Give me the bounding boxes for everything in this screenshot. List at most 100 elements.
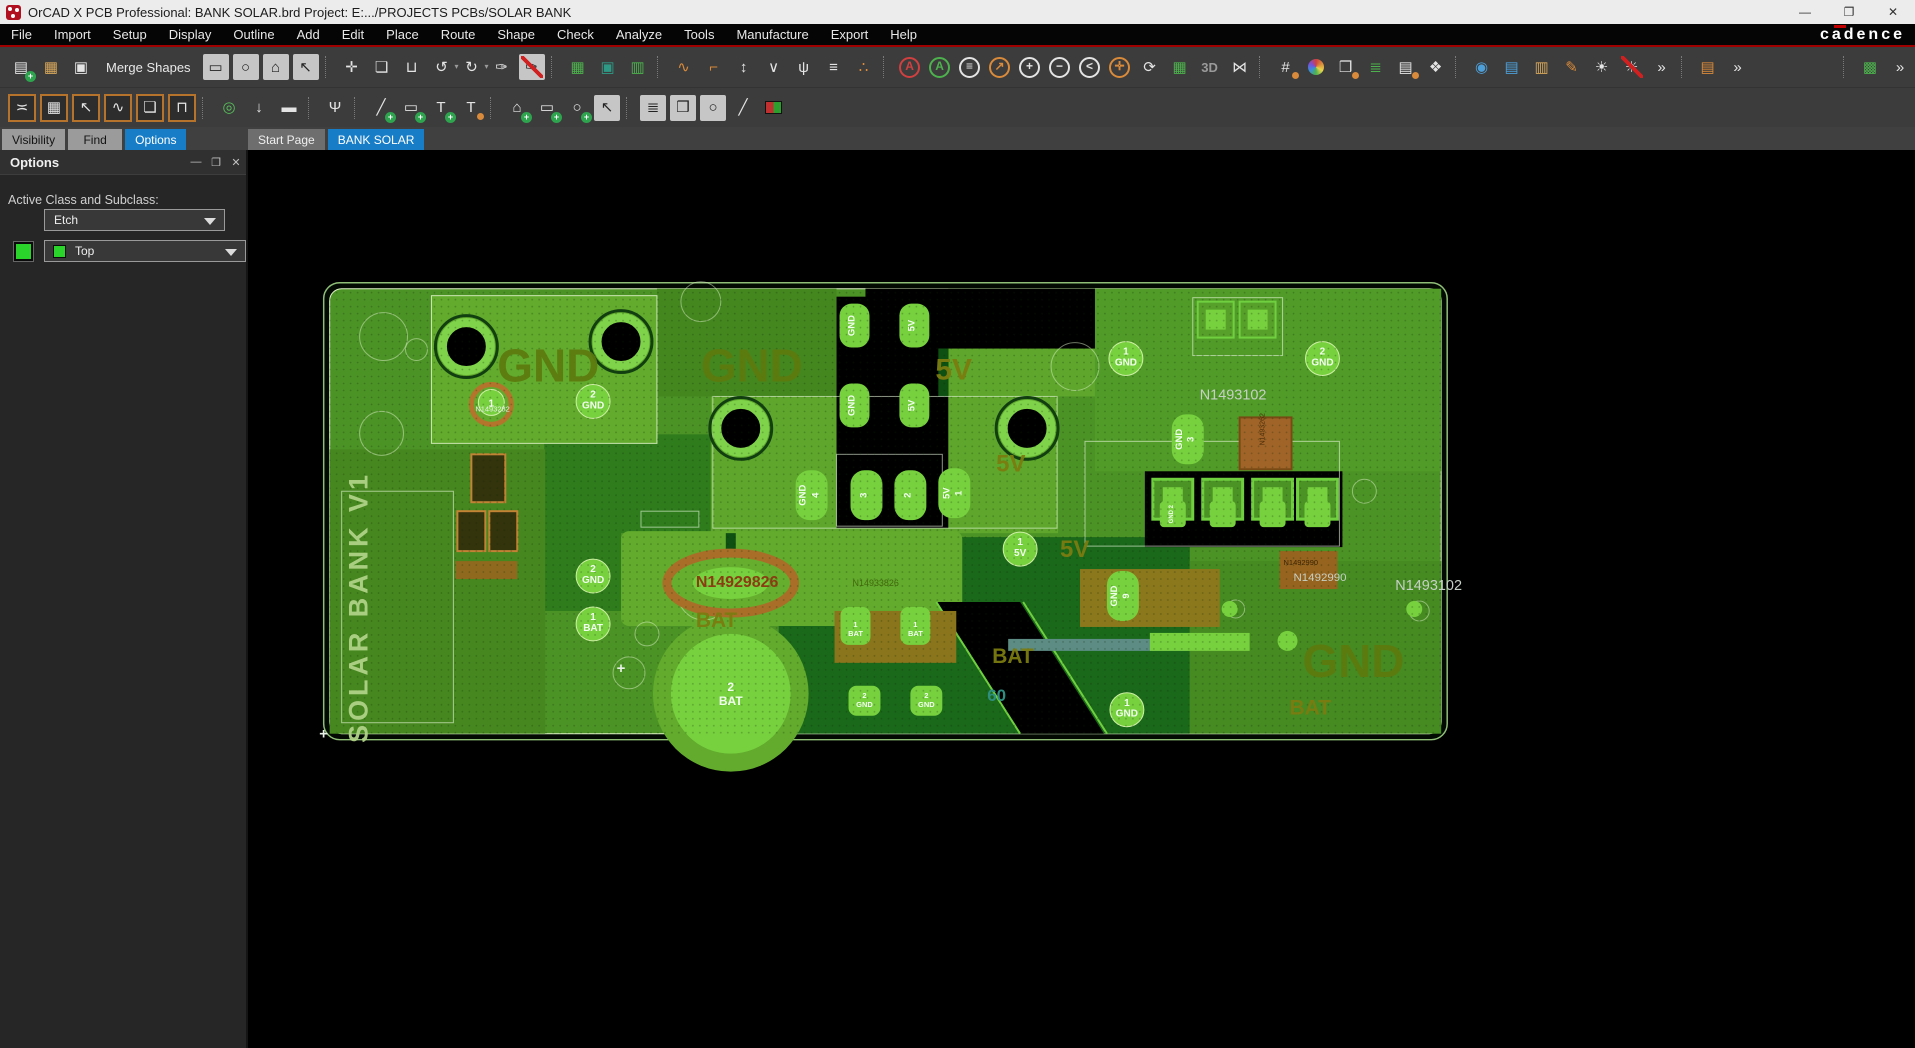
tab-find[interactable]: Find (68, 129, 122, 150)
spacing-icon[interactable]: ↕ (731, 54, 757, 80)
place-die-icon[interactable]: ▣ (595, 54, 621, 80)
menu-item-shape[interactable]: Shape (486, 24, 546, 45)
shape-rect-button[interactable]: ▭ (203, 54, 229, 80)
grid-toggle-icon[interactable]: # (1273, 54, 1299, 80)
artwork-pen-icon[interactable]: ✎ (1559, 54, 1585, 80)
copy-icon[interactable]: ❏ (369, 54, 395, 80)
zoom-out-icon[interactable]: − (1047, 54, 1073, 80)
add-rect-icon[interactable]: ▭+ (398, 95, 424, 121)
save-icon[interactable]: ▣ (68, 54, 94, 80)
menu-item-file[interactable]: File (0, 24, 43, 45)
menu-item-tools[interactable]: Tools (673, 24, 725, 45)
menu-item-analyze[interactable]: Analyze (605, 24, 673, 45)
overflow-chevron-3[interactable]: » (1887, 54, 1913, 80)
design-canvas[interactable]: GNDGNDGND5V5V5VBATBATBAT601GND2GND2GND2G… (248, 150, 1915, 1048)
shape-slash-icon[interactable]: ╱ (730, 95, 756, 121)
undo-icon[interactable]: ↺▾ (429, 54, 455, 80)
create-fanout-icon[interactable]: ∴ (851, 54, 877, 80)
color-dialog-icon[interactable] (1303, 54, 1329, 80)
menu-item-route[interactable]: Route (430, 24, 487, 45)
menu-item-place[interactable]: Place (375, 24, 430, 45)
shape-circle-button[interactable]: ○ (233, 54, 259, 80)
tab-bank-solar[interactable]: BANK SOLAR (328, 129, 425, 150)
tab-visibility[interactable]: Visibility (2, 129, 65, 150)
menu-item-import[interactable]: Import (43, 24, 102, 45)
dim-board-icon[interactable]: ☀ (1619, 54, 1645, 80)
shape-window-button[interactable]: ❒ (670, 95, 696, 121)
shape-select-button[interactable]: ↖ (293, 54, 319, 80)
open-file-icon[interactable]: ▦ (38, 54, 64, 80)
place-connector-icon[interactable]: ▥ (625, 54, 651, 80)
flow-edit-button[interactable]: ∿ (104, 94, 132, 122)
place-component-icon[interactable]: ▦ (565, 54, 591, 80)
redo-icon[interactable]: ↻▾ (459, 54, 485, 80)
class-dropdown[interactable]: Etch (44, 209, 225, 231)
shape-rect-add-icon[interactable]: ▭+ (534, 95, 560, 121)
snap-pick-button[interactable]: ❏ (136, 94, 164, 122)
shape-select2-button[interactable]: ↖ (594, 95, 620, 121)
delete-icon[interactable]: ⊔ (399, 54, 425, 80)
application-mode-button[interactable]: ▦ (40, 94, 68, 122)
menu-item-export[interactable]: Export (820, 24, 880, 45)
tab-options[interactable]: Options (125, 129, 186, 150)
add-connect-icon[interactable]: ∿ (671, 54, 697, 80)
redraw-icon[interactable]: ⟳ (1137, 54, 1163, 80)
minimize-button[interactable]: — (1783, 0, 1827, 24)
align-objects-icon[interactable]: ↓ (246, 95, 272, 121)
add-text-icon[interactable]: T+ (428, 95, 454, 121)
route-elbow-icon[interactable]: ⌐ (701, 54, 727, 80)
flip-board-icon[interactable]: ⋈ (1227, 54, 1253, 80)
smooth-route-icon[interactable]: ψ (791, 54, 817, 80)
design-params-button[interactable]: ≍ (8, 94, 36, 122)
visibility-eye-icon[interactable]: ◉ (1469, 54, 1495, 80)
general-edit-button[interactable]: ↖ (72, 94, 100, 122)
subclass-dropdown[interactable]: Top (44, 240, 246, 262)
zoom-fit-icon[interactable]: ✛ (1107, 54, 1133, 80)
export-data-icon[interactable]: ▤ (1695, 54, 1721, 80)
overflow-chevron-2[interactable]: » (1725, 54, 1751, 80)
slide-icon[interactable]: ∨ (761, 54, 787, 80)
pin-icon[interactable]: ✑ (489, 54, 515, 80)
layer-priority-icon[interactable]: ≣ (1363, 54, 1389, 80)
overflow-chevron-1[interactable]: » (1649, 54, 1675, 80)
menu-item-setup[interactable]: Setup (102, 24, 158, 45)
merge-shapes-label[interactable]: Merge Shapes (96, 60, 201, 75)
new-file-icon[interactable]: ▤+ (8, 54, 34, 80)
pin-off-button[interactable]: ✑ (519, 54, 545, 80)
menu-item-manufacture[interactable]: Manufacture (725, 24, 819, 45)
layer-flag-icon[interactable] (760, 95, 786, 121)
rats-net-icon[interactable]: Ψ (322, 95, 348, 121)
menu-item-check[interactable]: Check (546, 24, 605, 45)
edit-text-icon[interactable]: T (458, 95, 484, 121)
view-3d-button[interactable]: 3D (1197, 54, 1223, 80)
shape-merge-button[interactable]: ≣ (640, 95, 666, 121)
zoom-previous-icon[interactable]: < (1077, 54, 1103, 80)
shape-circle2-button[interactable]: ○ (700, 95, 726, 121)
menu-item-outline[interactable]: Outline (222, 24, 285, 45)
shape-circle-add-icon[interactable]: ○+ (564, 95, 590, 121)
panel-minimize-button[interactable]: — (186, 152, 206, 172)
assign-color-green-icon[interactable]: A (927, 54, 953, 80)
menu-item-add[interactable]: Add (286, 24, 331, 45)
close-button[interactable]: ✕ (1871, 0, 1915, 24)
highlight-zoom-icon[interactable]: ◎ (216, 95, 242, 121)
property-list-icon[interactable]: ≡ (957, 54, 983, 80)
maximize-button[interactable]: ❐ (1827, 0, 1871, 24)
menu-item-help[interactable]: Help (879, 24, 928, 45)
shape-polygon-add-icon[interactable]: ⌂+ (504, 95, 530, 121)
shape-polygon-button[interactable]: ⌂ (263, 54, 289, 80)
pdf-export-icon[interactable]: ▩ (1857, 54, 1883, 80)
hug-outline-button[interactable]: ⊓ (168, 94, 196, 122)
brightness-icon[interactable]: ☀ (1589, 54, 1615, 80)
datasheet-icon[interactable]: ▤ (1499, 54, 1525, 80)
menu-item-display[interactable]: Display (158, 24, 223, 45)
measure-ruler-icon[interactable]: ▬ (276, 95, 302, 121)
design-setup-icon[interactable]: ❖ (1423, 54, 1449, 80)
zoom-in-icon[interactable]: + (1017, 54, 1043, 80)
add-line-icon[interactable]: ╱+ (368, 95, 394, 121)
pan-icon[interactable]: ↗ (987, 54, 1013, 80)
delay-tune-icon[interactable]: ≡ (821, 54, 847, 80)
status-report-icon[interactable]: ▤ (1393, 54, 1419, 80)
panel-close-button[interactable]: ✕ (226, 152, 246, 172)
dimension-icon[interactable]: ▥ (1529, 54, 1555, 80)
